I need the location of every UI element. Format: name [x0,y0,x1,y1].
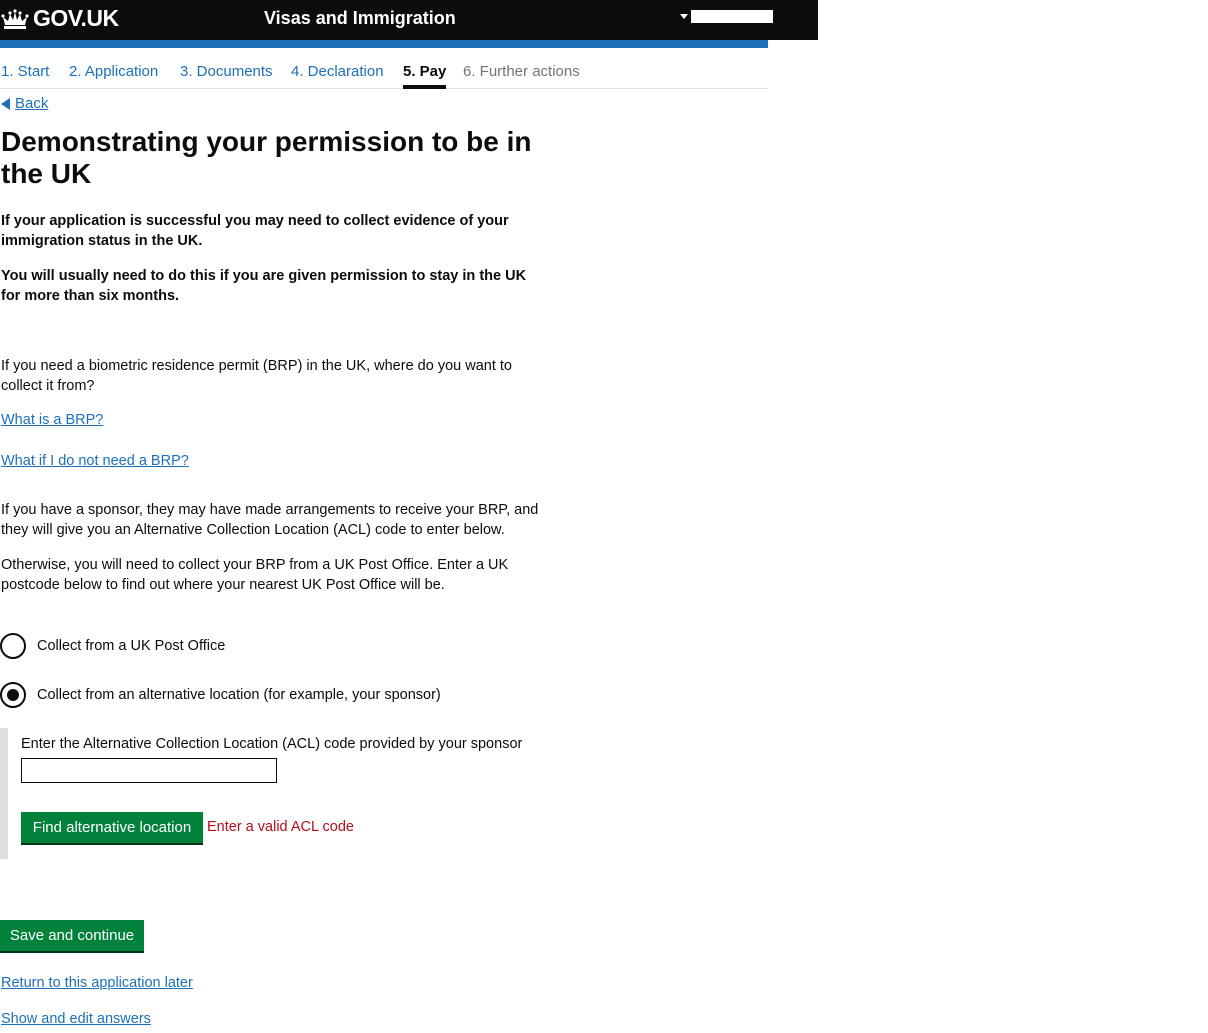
govuk-header: GOV.UK Visas and Immigration [0,0,818,40]
govuk-logo[interactable]: GOV.UK [1,5,119,32]
what-is-brp-link[interactable]: What is a BRP? [1,412,103,428]
no-brp-link[interactable]: What if I do not need a BRP? [1,453,189,469]
back-link[interactable]: Back [1,95,48,112]
lead-paragraph-1: If your application is successful you ma… [1,213,509,249]
step-documents[interactable]: 3. Documents [180,63,273,80]
conditional-reveal-bar [0,728,8,859]
post-office-info: Otherwise, you will need to collect your… [1,557,509,593]
radio-button-checked[interactable] [0,682,26,708]
step-start[interactable]: 1. Start [1,63,49,80]
back-arrow-icon [1,97,10,110]
step-navigation: 1. Start 2. Application 3. Documents 4. … [0,62,768,89]
return-later-link[interactable]: Return to this application later [1,975,193,991]
step-application[interactable]: 2. Application [69,63,158,80]
step-pay: 5. Pay [403,63,447,89]
radio-post-office[interactable]: Collect from a UK Post Office [0,633,225,659]
account-name-redacted [691,10,773,23]
step-declaration[interactable]: 4. Declaration [291,63,384,80]
save-and-continue-button[interactable]: Save and continue [0,920,144,951]
acl-code-input[interactable] [21,758,277,783]
acl-error-message: Enter a valid ACL code [207,819,354,835]
acl-code-label: Enter the Alternative Collection Locatio… [21,736,523,752]
back-link-text[interactable]: Back [15,95,48,112]
radio-alternative-location[interactable]: Collect from an alternative location (fo… [0,682,441,708]
radio-button-unchecked[interactable] [0,633,26,659]
radio-label: Collect from an alternative location (fo… [37,687,441,703]
sponsor-info: If you have a sponsor, they may have mad… [1,502,539,538]
crown-icon [1,8,29,29]
brp-question: If you need a biometric residence permit… [1,358,512,394]
radio-label: Collect from a UK Post Office [37,638,226,654]
account-menu[interactable] [680,10,773,23]
lead-paragraph-2: You will usually need to do this if you … [1,268,527,304]
header-accent-bar [0,40,768,48]
service-name[interactable]: Visas and Immigration [264,8,456,29]
show-edit-answers-link[interactable]: Show and edit answers [1,1011,151,1027]
logo-text: GOV.UK [33,5,119,31]
find-alternative-location-button[interactable]: Find alternative location [21,812,203,843]
page-title: Demonstrating your permission to be in t… [1,126,532,189]
caret-down-icon [680,14,688,19]
step-further-actions: 6. Further actions [463,63,580,80]
